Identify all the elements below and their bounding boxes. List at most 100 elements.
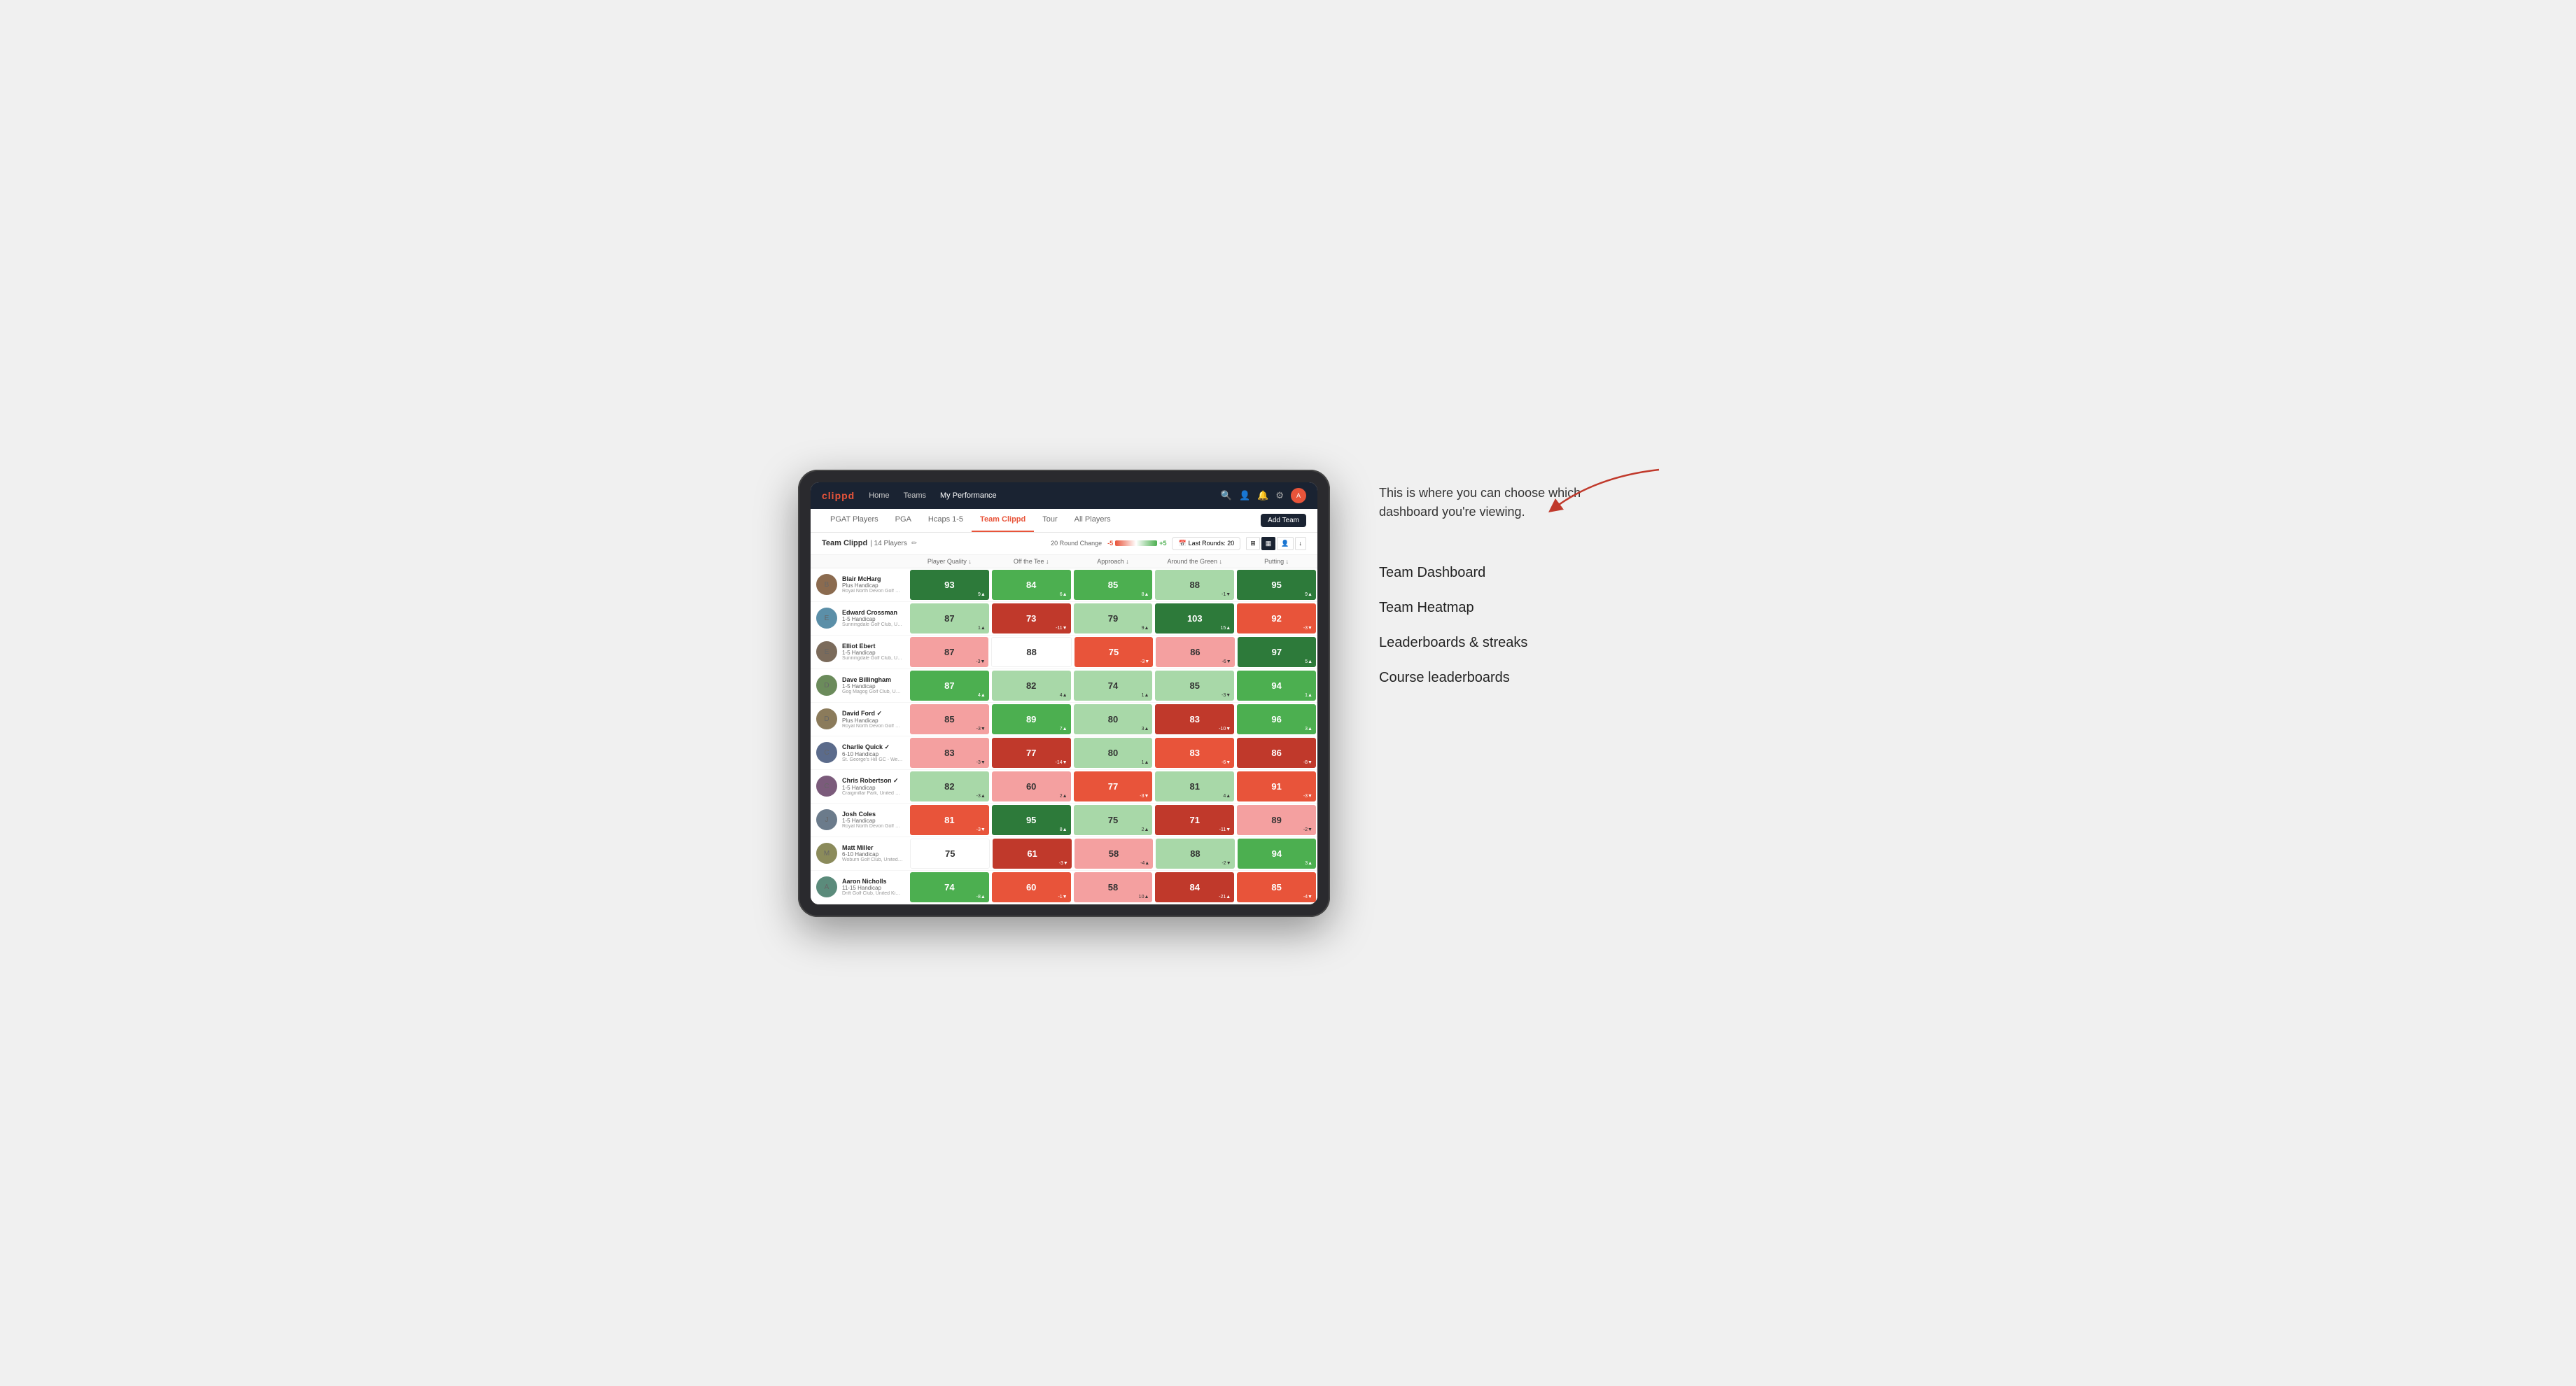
col-off-tee[interactable]: Off the Tee ↓: [990, 558, 1072, 565]
player-name: Blair McHarg: [842, 575, 903, 582]
option-course-leaderboards: Course leaderboards: [1379, 668, 1757, 687]
avatar: D: [816, 675, 837, 696]
stat-cell: 88-1▼: [1155, 570, 1234, 600]
heat-scale: [1115, 540, 1157, 546]
avatar: M: [816, 843, 837, 864]
stat-cell: 71-11▼: [1155, 805, 1234, 835]
player-name: Elliot Ebert: [842, 643, 903, 650]
stat-cells: 81-3▼958▲752▲71-11▼89-2▼: [909, 804, 1317, 836]
heatmap-view-button[interactable]: ▦: [1261, 537, 1276, 550]
tab-pga[interactable]: PGA: [887, 508, 920, 532]
table-row[interactable]: CChris Robertson ✓1-5 HandicapCraigmilla…: [811, 770, 1317, 804]
annotation-arrow: [1540, 463, 1666, 519]
stat-cell: 824▲: [992, 671, 1071, 701]
stat-cell: 91-3▼: [1237, 771, 1316, 802]
stat-cell: 86-6▼: [1156, 637, 1234, 667]
bell-icon[interactable]: 🔔: [1257, 490, 1268, 501]
player-club: Drift Golf Club, United Kingdom: [842, 891, 903, 896]
tab-pgat[interactable]: PGAT Players: [822, 508, 887, 532]
download-button[interactable]: ↓: [1295, 537, 1307, 550]
col-approach[interactable]: Approach ↓: [1072, 558, 1154, 565]
stat-cell: 83-6▼: [1155, 738, 1234, 768]
player-handicap: 1-5 Handicap: [842, 683, 903, 690]
stat-cells: 83-3▼77-14▼801▲83-6▼86-8▼: [909, 736, 1317, 769]
nav-teams[interactable]: Teams: [901, 490, 929, 501]
player-club: Royal North Devon Golf Club, United King…: [842, 724, 903, 729]
player-name: Josh Coles: [842, 811, 903, 818]
stat-cell: 88: [991, 637, 1071, 667]
logo: clippd: [822, 490, 855, 501]
stat-cell: 846▲: [992, 570, 1071, 600]
tab-all-players[interactable]: All Players: [1066, 508, 1119, 532]
player-info: EEdward Crossman1-5 HandicapSunningdale …: [811, 602, 909, 635]
tab-hcaps[interactable]: Hcaps 1-5: [920, 508, 972, 532]
player-name: David Ford ✓: [842, 710, 903, 718]
table-row[interactable]: DDave Billingham1-5 HandicapGog Magog Go…: [811, 669, 1317, 703]
player-name: Dave Billingham: [842, 676, 903, 683]
col-putting[interactable]: Putting ↓: [1236, 558, 1317, 565]
nav-my-performance[interactable]: My Performance: [937, 490, 1000, 501]
player-handicap: 6-10 Handicap: [842, 851, 903, 858]
last-rounds-button[interactable]: 📅 Last Rounds: 20: [1172, 537, 1240, 550]
avatar: C: [816, 742, 837, 763]
table-row[interactable]: MMatt Miller6-10 HandicapWoburn Golf Clu…: [811, 837, 1317, 871]
col-around-green[interactable]: Around the Green ↓: [1154, 558, 1236, 565]
table-area: Player Quality ↓ Off the Tee ↓ Approach …: [811, 555, 1317, 904]
person-icon[interactable]: 👤: [1239, 490, 1250, 501]
tablet-frame: clippd Home Teams My Performance 🔍 👤 🔔 ⚙…: [798, 470, 1330, 917]
player-handicap: Plus Handicap: [842, 718, 903, 724]
tab-bar: PGAT Players PGA Hcaps 1-5 Team Clippd T…: [811, 509, 1317, 533]
avatar: B: [816, 574, 837, 595]
player-club: Woburn Golf Club, United Kingdom: [842, 858, 903, 862]
stat-cell: 941▲: [1237, 671, 1316, 701]
option-team-heatmap: Team Heatmap: [1379, 598, 1757, 617]
player-handicap: 11-15 Handicap: [842, 885, 903, 891]
stat-cells: 85-3▼897▲803▲83-10▼963▲: [909, 703, 1317, 736]
grid-view-button[interactable]: ⊞: [1246, 537, 1260, 550]
stat-cells: 87-3▼8875-3▼86-6▼975▲: [909, 636, 1317, 668]
player-count: | 14 Players: [870, 540, 907, 547]
stat-cell: 874▲: [910, 671, 989, 701]
table-row[interactable]: EElliot Ebert1-5 HandicapSunningdale Gol…: [811, 636, 1317, 669]
add-team-button[interactable]: Add Team: [1261, 514, 1306, 527]
search-icon[interactable]: 🔍: [1221, 490, 1232, 501]
col-player-quality[interactable]: Player Quality ↓: [909, 558, 990, 565]
table-row[interactable]: CCharlie Quick ✓6-10 HandicapSt. George'…: [811, 736, 1317, 770]
player-info: CCharlie Quick ✓6-10 HandicapSt. George'…: [811, 736, 909, 769]
heatmap-bar: -5 +5: [1107, 540, 1166, 547]
view-toggle: ⊞ ▦ 👤 ↓: [1246, 537, 1306, 550]
stat-cell: 88-2▼: [1156, 839, 1234, 869]
player-club: Sunningdale Golf Club, United Kingdom: [842, 622, 903, 627]
player-info: JJosh Coles1-5 HandicapRoyal North Devon…: [811, 804, 909, 836]
avatar: E: [816, 641, 837, 662]
player-info: DDave Billingham1-5 HandicapGog Magog Go…: [811, 669, 909, 702]
stat-cell: 943▲: [1238, 839, 1316, 869]
table-row[interactable]: EEdward Crossman1-5 HandicapSunningdale …: [811, 602, 1317, 636]
table-row[interactable]: JJosh Coles1-5 HandicapRoyal North Devon…: [811, 804, 1317, 837]
stat-cells: 82-3▲602▲77-3▼814▲91-3▼: [909, 770, 1317, 803]
player-info: MMatt Miller6-10 HandicapWoburn Golf Clu…: [811, 837, 909, 870]
person-view-button[interactable]: 👤: [1277, 537, 1293, 550]
stat-cells: 874▲824▲741▲85-3▼941▲: [909, 669, 1317, 702]
tab-team-clippd[interactable]: Team Clippd: [972, 508, 1034, 532]
edit-icon[interactable]: ✏: [911, 540, 917, 547]
tablet-screen: clippd Home Teams My Performance 🔍 👤 🔔 ⚙…: [811, 482, 1317, 904]
stat-cell: 602▲: [992, 771, 1071, 802]
stat-cell: 975▲: [1238, 637, 1316, 667]
nav-home[interactable]: Home: [866, 490, 892, 501]
stat-cells: 74-8▲60-1▼5810▲84-21▲85-4▼: [909, 871, 1317, 904]
table-row[interactable]: DDavid Ford ✓Plus HandicapRoyal North De…: [811, 703, 1317, 736]
table-row[interactable]: BBlair McHargPlus HandicapRoyal North De…: [811, 568, 1317, 602]
stat-cells: 871▲73-11▼799▲10315▲92-3▼: [909, 602, 1317, 635]
calendar-icon: 📅: [1178, 540, 1186, 547]
player-handicap: 1-5 Handicap: [842, 785, 903, 791]
avatar: A: [816, 876, 837, 897]
tab-tour[interactable]: Tour: [1034, 508, 1065, 532]
avatar[interactable]: A: [1291, 488, 1306, 503]
stat-cell: 741▲: [1074, 671, 1153, 701]
table-row[interactable]: AAaron Nicholls11-15 HandicapDrift Golf …: [811, 871, 1317, 904]
nav-bar: clippd Home Teams My Performance 🔍 👤 🔔 ⚙…: [811, 482, 1317, 509]
settings-icon[interactable]: ⚙: [1275, 490, 1284, 501]
player-handicap: 1-5 Handicap: [842, 818, 903, 824]
player-club: St. George's Hill GC - Weybridge - Surre…: [842, 757, 903, 762]
